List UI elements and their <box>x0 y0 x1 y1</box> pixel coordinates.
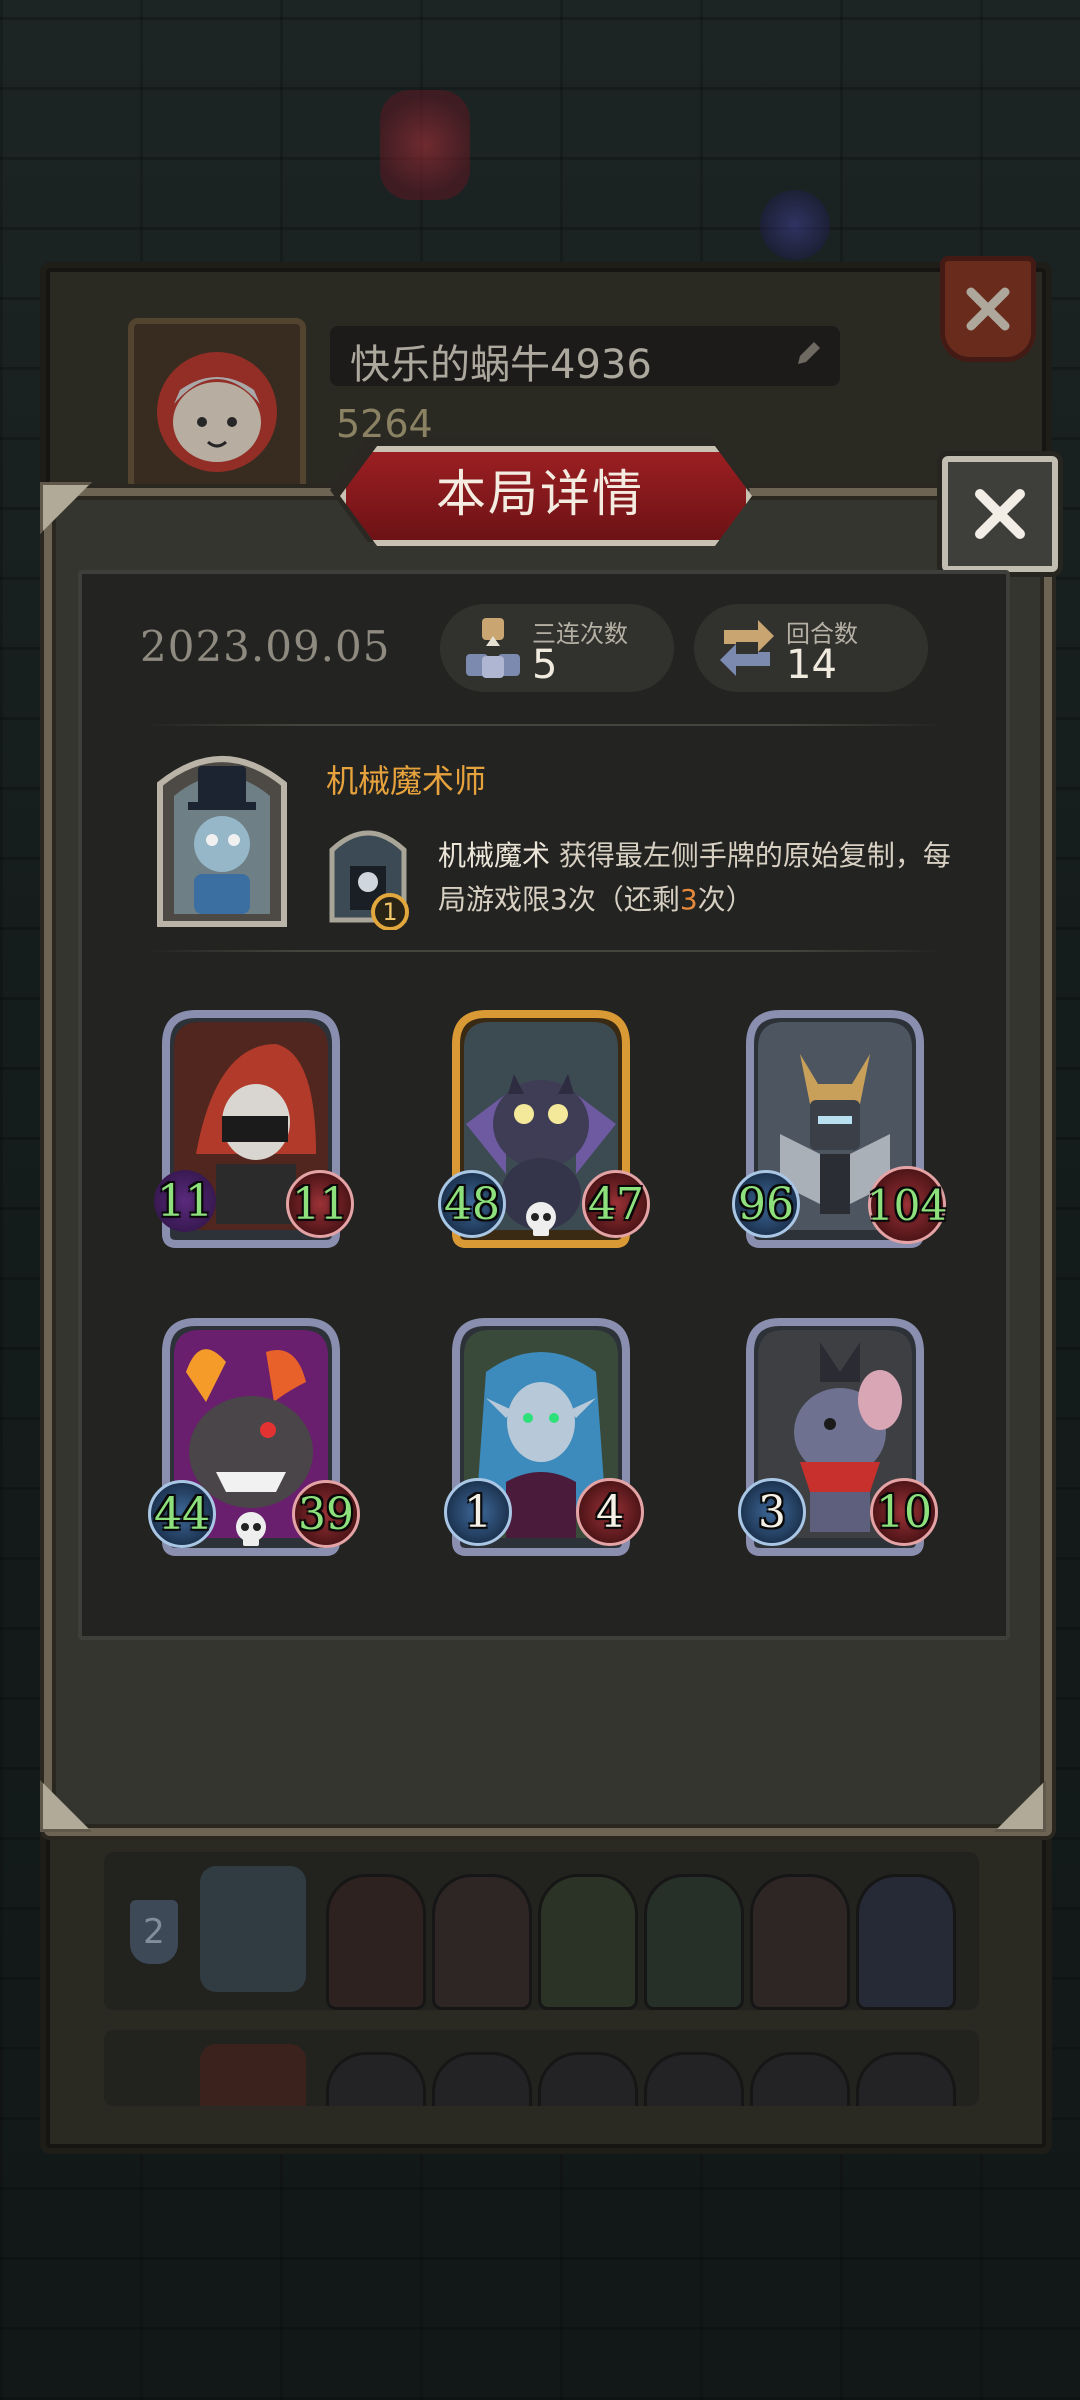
profile-close-button[interactable] <box>940 256 1036 362</box>
history-card <box>644 2052 744 2106</box>
player-name: 快乐的蜗牛4936 <box>350 342 652 388</box>
health-badge: 4 <box>576 1478 644 1546</box>
close-icon <box>966 287 1010 331</box>
attack-value: 1 <box>464 1486 492 1538</box>
divider <box>144 724 944 726</box>
health-badge: 39 <box>292 1480 360 1548</box>
red-lantern-decoration <box>380 90 470 200</box>
blue-lantern-decoration <box>760 190 830 260</box>
match-date: 2023.09.05 <box>140 622 391 671</box>
health-badge: 104 <box>866 1166 948 1244</box>
skull-icon <box>526 1202 556 1236</box>
rounds-arrows-icon <box>720 620 774 676</box>
triple-count-value: 5 <box>532 642 558 688</box>
history-card <box>326 2052 426 2106</box>
skill-description: 机械魔术 获得最左侧手牌的原始复制，每局游戏限3次（还剩3次） <box>438 834 958 922</box>
health-value: 10 <box>876 1486 932 1538</box>
history-card <box>750 1874 850 2010</box>
attack-badge: 96 <box>732 1170 800 1238</box>
history-row[interactable] <box>104 2030 979 2106</box>
health-badge: 10 <box>870 1478 938 1546</box>
health-badge: 47 <box>582 1170 650 1238</box>
skill-level: 1 <box>382 898 398 926</box>
player-name-field[interactable]: 快乐的蜗牛4936 <box>330 326 840 388</box>
history-row[interactable]: 2 <box>104 1852 979 2010</box>
attack-badge: 48 <box>438 1170 506 1238</box>
hero-name: 机械魔术师 <box>326 762 487 800</box>
attack-value: 3 <box>758 1486 786 1538</box>
close-icon <box>975 489 1025 539</box>
triple-count-stat: 三连次数 5 <box>440 604 674 692</box>
player-avatar <box>128 318 306 492</box>
divider <box>144 950 944 952</box>
attack-badge: 11 <box>154 1170 216 1232</box>
skill-icon[interactable]: 1 <box>326 820 410 931</box>
health-value: 39 <box>298 1488 354 1540</box>
health-badge: 11 <box>286 1170 354 1238</box>
triple-cubes-icon <box>466 618 520 678</box>
history-card <box>432 1874 532 2010</box>
hero-portrait <box>157 756 287 927</box>
history-hero-portrait <box>200 1866 306 1992</box>
skill-name: 机械魔术 <box>438 839 551 872</box>
skill-remaining: 3 <box>679 883 698 916</box>
history-card <box>644 1874 744 2010</box>
minion-card-hooded-assassin[interactable]: 11 11 <box>154 1004 354 1254</box>
health-value: 4 <box>596 1486 624 1538</box>
attack-value: 48 <box>444 1178 500 1230</box>
health-value: 11 <box>292 1178 348 1230</box>
close-button[interactable] <box>942 456 1058 572</box>
history-hero-portrait <box>200 2044 306 2106</box>
attack-badge: 3 <box>738 1478 806 1546</box>
health-value: 104 <box>866 1180 948 1230</box>
round-count-value: 14 <box>786 642 837 688</box>
attack-value: 44 <box>154 1488 210 1540</box>
attack-badge: 1 <box>444 1478 512 1546</box>
history-card <box>750 2052 850 2106</box>
attack-badge: 44 <box>148 1480 216 1548</box>
skull-icon <box>236 1512 266 1546</box>
history-card <box>538 2052 638 2106</box>
history-card <box>326 1874 426 2010</box>
rank-badge: 2 <box>130 1900 178 1964</box>
minion-card-flame-demon[interactable]: 44 39 <box>148 1312 360 1562</box>
history-card <box>538 1874 638 2010</box>
attack-value: 96 <box>738 1178 794 1230</box>
dialog-title: 本局详情 <box>436 465 644 523</box>
minion-card-siren[interactable]: 1 4 <box>444 1312 644 1562</box>
round-count-stat: 回合数 14 <box>694 604 928 692</box>
health-value: 47 <box>588 1178 644 1230</box>
minion-card-punk-rat[interactable]: 3 10 <box>738 1312 938 1562</box>
skill-suffix: 次） <box>697 883 754 916</box>
history-card <box>432 2052 532 2106</box>
history-card <box>856 2052 956 2106</box>
attack-value: 11 <box>157 1175 213 1227</box>
minion-card-mech-knight[interactable]: 96 104 <box>732 1004 947 1254</box>
history-card <box>856 1874 956 2010</box>
pencil-icon[interactable] <box>794 340 822 368</box>
minion-card-gargoyle[interactable]: 48 47 <box>438 1004 650 1254</box>
